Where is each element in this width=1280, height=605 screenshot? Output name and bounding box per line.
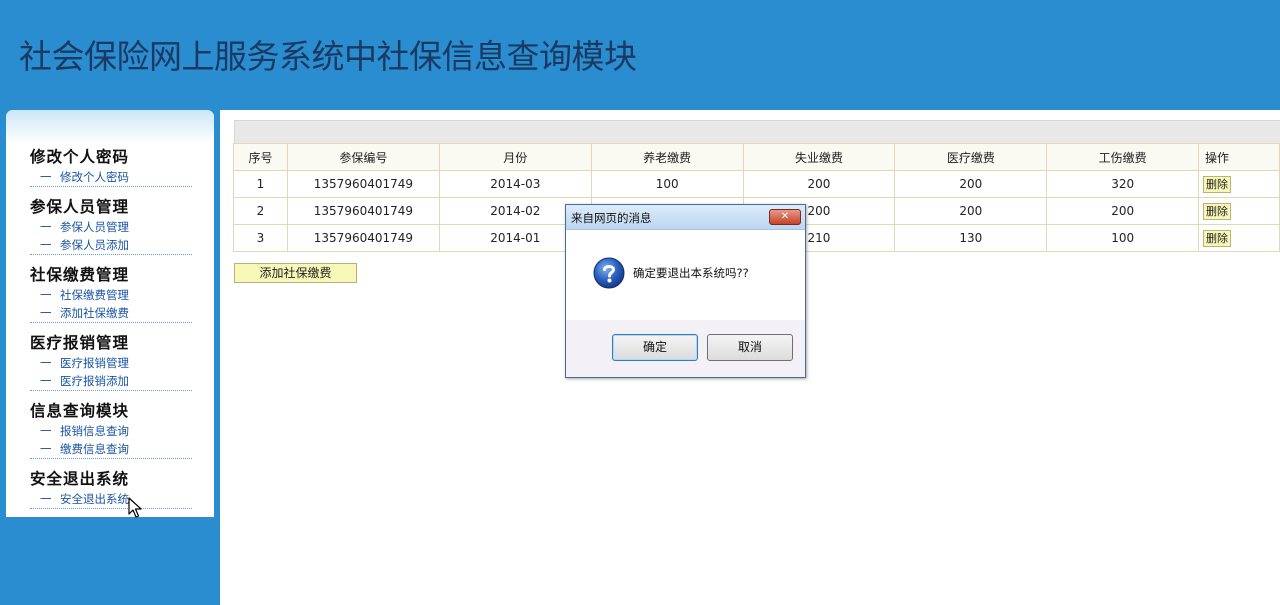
table-row: 1 1357960401749 2014-03 100 200 200 320 … (233, 170, 1280, 198)
link-label: 参保人员管理 (60, 220, 129, 234)
sidebar-link-medical-add[interactable]: 一医疗报销添加 (30, 372, 192, 390)
column-header: 工伤缴费 (1046, 143, 1200, 171)
cancel-button[interactable]: 取消 (707, 334, 793, 361)
ok-button[interactable]: 确定 (612, 334, 698, 361)
close-icon[interactable]: ✕ (769, 209, 801, 225)
link-label: 参保人员添加 (60, 238, 129, 252)
section-title: 修改个人密码 (30, 147, 130, 166)
table-cell: 130 (894, 224, 1048, 252)
section-title: 信息查询模块 (30, 401, 130, 420)
sidebar-link-change-password[interactable]: 一修改个人密码 (30, 168, 192, 186)
dialog-titlebar: 来自网页的消息 ✕ (566, 205, 805, 230)
dialog-title: 来自网页的消息 (571, 211, 652, 225)
confirm-dialog: 来自网页的消息 ✕ 确定要退出本系统吗?? 确定 取消 (565, 204, 806, 378)
table-cell: 200 (894, 170, 1048, 198)
sidebar-link-insured-manage[interactable]: 一参保人员管理 (30, 218, 192, 236)
mouse-cursor-icon (128, 497, 142, 518)
link-label: 安全退出系统 (60, 492, 129, 506)
column-header: 医疗缴费 (894, 143, 1048, 171)
sidebar-link-logout[interactable]: 一安全退出系统 (30, 490, 192, 508)
dialog-message: 确定要退出本系统吗?? (633, 266, 749, 280)
sidebar-section-logout: 安全退出系统 一安全退出系统 (30, 468, 192, 509)
table-cell: 200 (742, 170, 896, 198)
column-header-label: 操作 (1205, 150, 1230, 165)
column-header: 参保编号 (286, 143, 440, 171)
sidebar-top-gradient (6, 110, 214, 144)
link-label: 社保缴费管理 (60, 288, 129, 302)
dash-icon: 一 (40, 238, 52, 252)
sidebar-section-query: 信息查询模块 一报销信息查询 一缴费信息查询 (30, 400, 192, 459)
section-title: 参保人员管理 (30, 197, 130, 216)
delete-button[interactable]: 删除 (1203, 202, 1232, 220)
link-label: 添加社保缴费 (60, 306, 129, 320)
table-cell: 删除 (1198, 197, 1280, 225)
table-cell: 1357960401749 (286, 170, 440, 198)
table-cell: 100 (1046, 224, 1200, 252)
table-cell: 1 (233, 170, 288, 198)
sidebar-link-medical-manage[interactable]: 一医疗报销管理 (30, 354, 192, 372)
section-title: 安全退出系统 (30, 469, 130, 488)
link-label: 医疗报销管理 (60, 356, 129, 370)
dash-icon: 一 (40, 288, 52, 302)
table-cell: 200 (1046, 197, 1200, 225)
dash-icon: 一 (40, 492, 52, 506)
table-cell: 2014-03 (438, 170, 592, 198)
delete-button[interactable]: 删除 (1203, 229, 1232, 247)
table-cell: 3 (233, 224, 288, 252)
link-label: 报销信息查询 (60, 424, 129, 438)
link-label: 缴费信息查询 (60, 442, 129, 456)
link-label: 修改个人密码 (60, 170, 129, 184)
sidebar: 修改个人密码 一修改个人密码 参保人员管理 一参保人员管理 一参保人员添加 社保… (6, 110, 214, 517)
table-cell: 2 (233, 197, 288, 225)
sidebar-section-password: 修改个人密码 一修改个人密码 (30, 146, 192, 187)
sidebar-link-payment-query[interactable]: 一缴费信息查询 (30, 440, 192, 458)
table-header-row: 序号 参保编号 月份 养老缴费 失业缴费 医疗缴费 工伤缴费 操作 (233, 143, 1280, 171)
table-cell: 1357960401749 (286, 197, 440, 225)
delete-button[interactable]: 删除 (1203, 175, 1232, 193)
question-icon (593, 257, 625, 289)
table-cell: 1357960401749 (286, 224, 440, 252)
table-cell: 100 (590, 170, 744, 198)
table-cell: 200 (894, 197, 1048, 225)
sidebar-section-insured: 参保人员管理 一参保人员管理 一参保人员添加 (30, 196, 192, 255)
sidebar-link-payment-add[interactable]: 一添加社保缴费 (30, 304, 192, 322)
sidebar-section-medical: 医疗报销管理 一医疗报销管理 一医疗报销添加 (30, 332, 192, 391)
sidebar-link-reimbursement-query[interactable]: 一报销信息查询 (30, 422, 192, 440)
dash-icon: 一 (40, 442, 52, 456)
page-title: 社会保险网上服务系统中社保信息查询模块 (19, 37, 637, 76)
section-title: 社保缴费管理 (30, 265, 130, 284)
column-header: 序号 (233, 143, 288, 171)
table-cell: 删除 (1198, 224, 1280, 252)
add-payment-button[interactable]: 添加社保缴费 (234, 263, 357, 283)
header-bar: 社会保险网上服务系统中社保信息查询模块 (0, 0, 1280, 110)
column-header: 月份 (438, 143, 592, 171)
sidebar-section-payment: 社保缴费管理 一社保缴费管理 一添加社保缴费 (30, 264, 192, 323)
column-header: 操作 (1198, 143, 1280, 171)
table-cell: 删除 (1198, 170, 1280, 198)
dash-icon: 一 (40, 356, 52, 370)
dash-icon: 一 (40, 220, 52, 234)
dash-icon: 一 (40, 170, 52, 184)
column-header: 失业缴费 (742, 143, 896, 171)
table-cell: 320 (1046, 170, 1200, 198)
sidebar-link-payment-manage[interactable]: 一社保缴费管理 (30, 286, 192, 304)
column-header: 养老缴费 (590, 143, 744, 171)
sidebar-link-insured-add[interactable]: 一参保人员添加 (30, 236, 192, 254)
link-label: 医疗报销添加 (60, 374, 129, 388)
dash-icon: 一 (40, 374, 52, 388)
dialog-footer: 确定 取消 (566, 320, 805, 377)
dash-icon: 一 (40, 306, 52, 320)
section-title: 医疗报销管理 (30, 333, 130, 352)
dash-icon: 一 (40, 424, 52, 438)
